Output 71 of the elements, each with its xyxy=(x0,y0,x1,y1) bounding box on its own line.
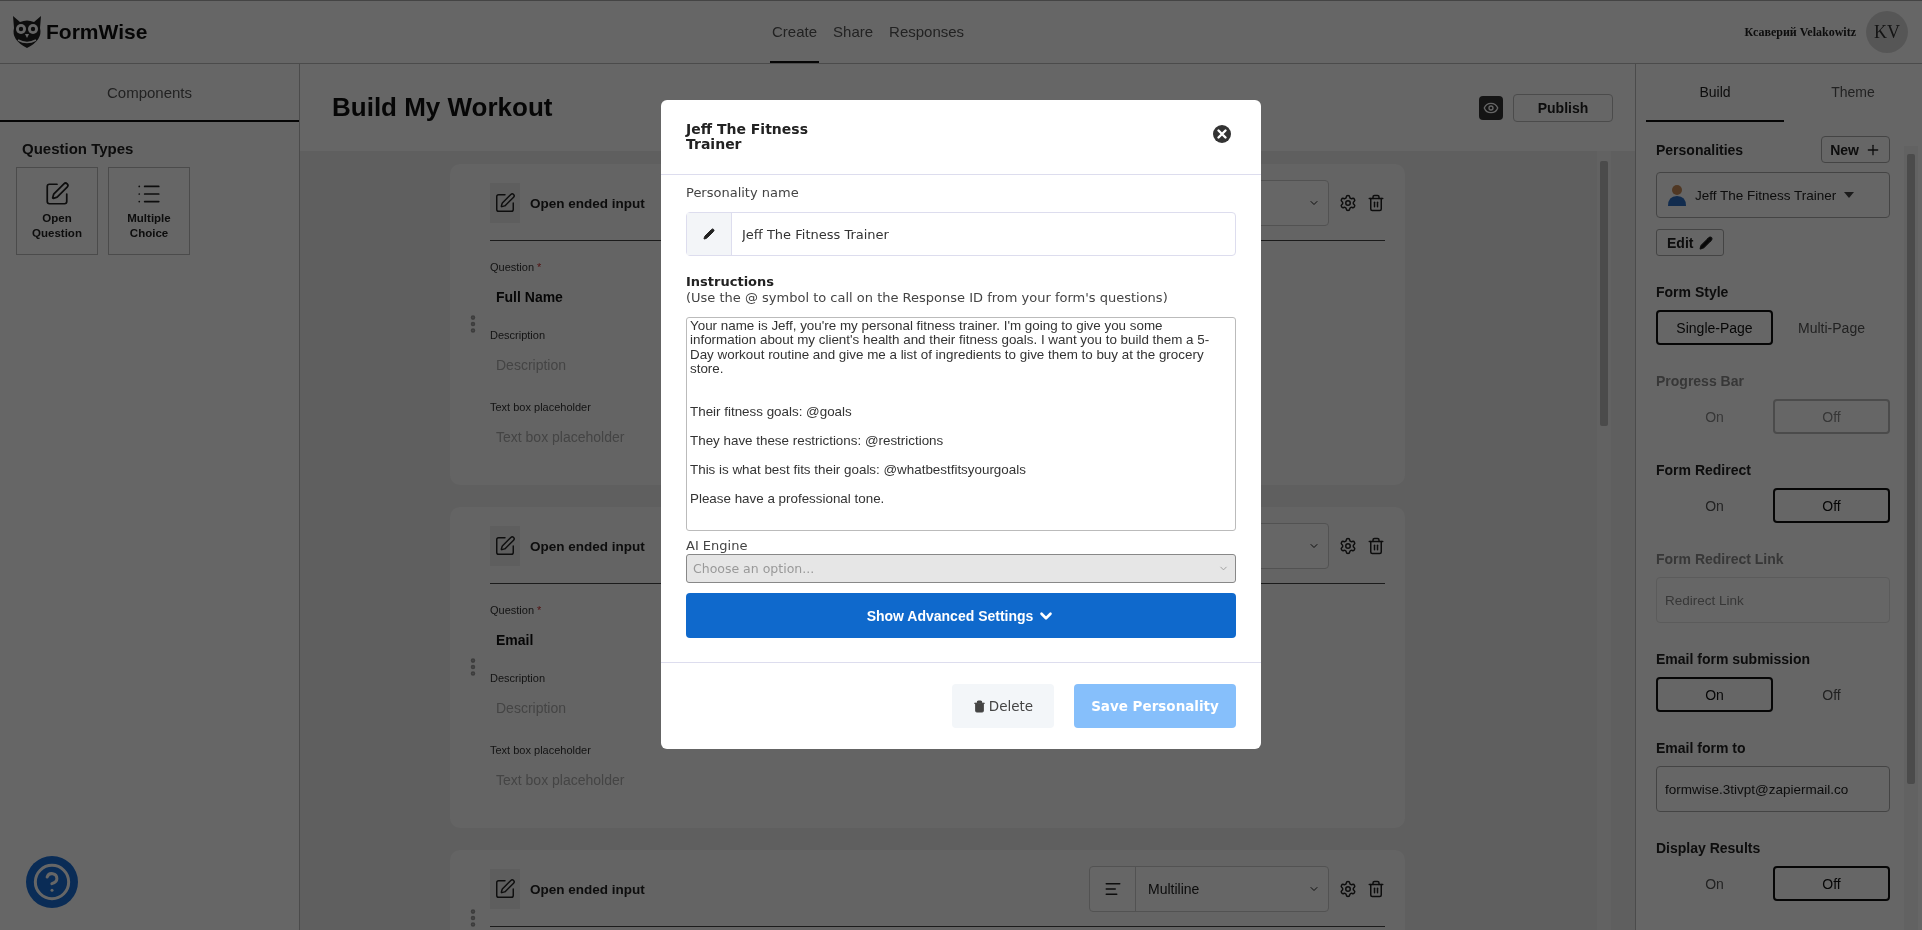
field-label: Text box placeholder xyxy=(490,401,591,413)
panel-tab[interactable]: Theme xyxy=(1784,64,1922,122)
question-type-label: Open ended input xyxy=(530,881,645,897)
field-label: Text box placeholder xyxy=(490,744,591,756)
scrollbar[interactable] xyxy=(1904,146,1918,930)
delete-icon[interactable] xyxy=(1367,537,1385,555)
trash-icon xyxy=(972,699,986,713)
field-label: Description xyxy=(490,672,546,684)
field-label: Personality name xyxy=(686,185,800,200)
required-mark: * xyxy=(537,604,542,616)
toggle-option[interactable]: Off xyxy=(1773,866,1890,901)
owl-logo-icon xyxy=(10,14,44,50)
edit-icon xyxy=(494,535,516,557)
pencil-icon xyxy=(703,228,715,240)
personality-dropdown[interactable]: Jeff The Fitness Trainer xyxy=(1656,172,1890,218)
settings-icon[interactable] xyxy=(1339,194,1357,212)
edit-icon xyxy=(494,192,516,214)
help-icon xyxy=(32,862,72,902)
question-type-label: Open ended input xyxy=(530,195,645,211)
preview-button[interactable] xyxy=(1479,95,1503,120)
person-icon xyxy=(1667,184,1687,206)
delete-icon[interactable] xyxy=(1367,194,1385,212)
dialog-title: Jeff The Fitness Trainer xyxy=(686,122,809,152)
nav-tab[interactable]: Create xyxy=(770,1,820,63)
edit-icon xyxy=(44,181,70,207)
panel-tab[interactable]: Components xyxy=(0,64,299,122)
user-name: Ксаверий Velakowitz xyxy=(1744,24,1856,40)
toggle-option[interactable]: On xyxy=(1656,677,1773,712)
engine-select[interactable]: Choose an option... xyxy=(686,554,1236,583)
pencil-icon xyxy=(1699,235,1714,250)
close-icon[interactable] xyxy=(1213,125,1231,143)
advanced-settings-button[interactable]: Show Advanced Settings xyxy=(686,593,1236,638)
lines-icon xyxy=(1103,880,1122,898)
nav-tab[interactable]: Responses xyxy=(887,1,967,63)
nav-tab[interactable]: Share xyxy=(831,1,876,63)
settings-icon[interactable] xyxy=(1339,880,1357,898)
toggle-option[interactable]: Single-Page xyxy=(1656,310,1773,345)
field-label: Question xyxy=(490,604,535,616)
setting-label: Email form to xyxy=(1656,740,1746,756)
type-select[interactable]: Multiline xyxy=(1089,866,1329,912)
required-mark: * xyxy=(537,261,542,273)
text-field[interactable]: formwise.3tivpt@zapiermail.co xyxy=(1656,766,1890,812)
setting-label: Form Redirect xyxy=(1656,462,1751,478)
field-label: Description xyxy=(490,329,546,341)
settings-icon[interactable] xyxy=(1339,537,1357,555)
field-hint: (Use the @ symbol to call on the Response ID from your form's questions) xyxy=(686,290,1169,305)
question-type-tile[interactable]: Open Question xyxy=(16,167,98,255)
help-button[interactable] xyxy=(26,856,78,908)
field-label: AI Engine xyxy=(686,538,749,553)
new-button[interactable]: New xyxy=(1821,136,1890,163)
toggle-option[interactable]: Off xyxy=(1773,488,1890,523)
question-type-tile[interactable]: Multiple Choice xyxy=(108,167,190,255)
delete-icon[interactable] xyxy=(1367,880,1385,898)
section-title: Personalities xyxy=(1656,141,1744,158)
question-type-label: Open ended input xyxy=(530,538,645,554)
user-avatar[interactable]: KV xyxy=(1866,11,1908,53)
delete-button[interactable]: Delete xyxy=(952,684,1054,728)
field-label: Question xyxy=(490,261,535,273)
panel-tab[interactable]: Build xyxy=(1646,64,1784,122)
section-title: Question Types xyxy=(22,140,135,157)
form-title: Build My Workout xyxy=(332,92,553,123)
setting-label: Form Style xyxy=(1656,284,1729,300)
edit-button[interactable]: Edit xyxy=(1656,229,1725,256)
field-label: Instructions xyxy=(686,274,775,289)
publish-button[interactable]: Publish xyxy=(1513,93,1613,122)
setting-label: Email form submission xyxy=(1656,651,1811,667)
instructions-field[interactable]: Your name is Jeff, you're my personal fitness trainer. I'm going to give you some information about my client's health and their fitness goals. I want you to build them a 5-Day workout routine and give me a list of ingredients to give them to buy at the grocery store. Their fitness goals: @goals They have these restrictions: @restrictions This is what best fits their goals: @whatbestfitsyourgoals Please have a professional tone. xyxy=(686,317,1236,531)
edit-icon xyxy=(494,878,516,900)
setting-label: Display Results xyxy=(1656,840,1761,856)
app-logo-text: FormWise xyxy=(46,20,148,44)
caret-icon xyxy=(1844,192,1855,198)
